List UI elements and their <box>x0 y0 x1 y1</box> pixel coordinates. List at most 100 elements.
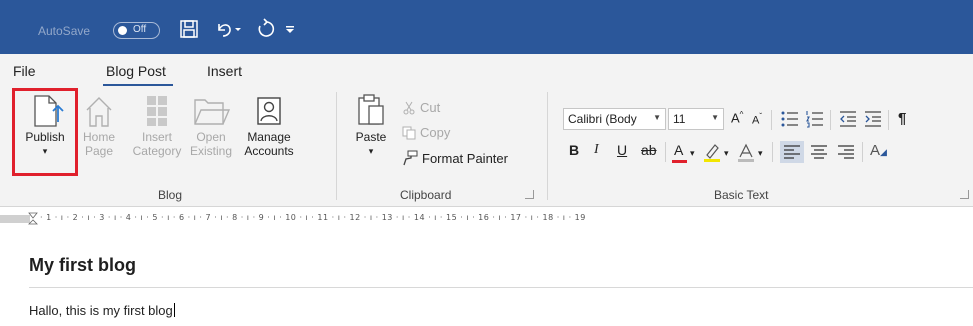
horizontal-ruler[interactable]: · 1 · ı · 2 · ı · 3 · ı · 4 · ı · 5 · ı … <box>0 212 973 226</box>
cut-button[interactable]: Cut <box>402 100 440 115</box>
divider <box>771 110 772 130</box>
publish-dropdown-icon: ▾ <box>42 146 48 156</box>
home-page-label-2: Page <box>84 144 114 158</box>
manage-accounts-button[interactable]: Manage Accounts <box>238 86 300 182</box>
bold-button[interactable]: B <box>569 142 579 158</box>
scissors-icon <box>403 101 415 114</box>
divider <box>888 110 889 130</box>
group-label-blog: Blog <box>158 188 183 202</box>
open-existing-label-2: Existing <box>189 144 233 158</box>
format-painter-button[interactable]: Format Painter <box>402 150 508 166</box>
format-painter-icon <box>403 150 418 166</box>
highlight-icon[interactable] <box>703 141 721 163</box>
font-size-combo[interactable]: 11 ▼ <box>668 108 724 130</box>
copy-label: Copy <box>420 125 451 140</box>
increase-indent-icon[interactable] <box>862 108 884 130</box>
paste-icon <box>358 94 384 125</box>
undo-dropdown-icon[interactable] <box>233 18 243 40</box>
publish-button[interactable]: Publish ▾ <box>14 86 76 182</box>
tab-insert[interactable]: Insert <box>207 63 242 79</box>
save-icon[interactable] <box>178 18 200 40</box>
copy-icon <box>402 126 416 139</box>
open-existing-label-1: Open <box>196 130 226 144</box>
insert-category-button[interactable]: Insert Category <box>131 86 183 182</box>
home-page-label-1: Home <box>82 130 115 144</box>
tab-file[interactable]: File <box>13 63 36 79</box>
underline-button[interactable]: U <box>617 142 627 158</box>
tab-blog-post[interactable]: Blog Post <box>106 63 166 79</box>
format-painter-label: Format Painter <box>422 150 508 166</box>
autosave-toggle[interactable]: Off <box>113 22 160 39</box>
home-icon <box>86 97 112 127</box>
divider <box>665 142 666 162</box>
italic-button[interactable]: I <box>594 142 599 158</box>
undo-icon[interactable] <box>213 18 235 40</box>
font-color-letter: A <box>674 142 684 158</box>
align-center-icon[interactable] <box>807 141 831 163</box>
align-left-icon[interactable] <box>780 141 804 163</box>
toggle-knob <box>118 26 127 35</box>
divider <box>772 142 773 162</box>
copy-button[interactable]: Copy <box>402 125 450 140</box>
open-existing-button[interactable]: Open Existing <box>186 86 236 182</box>
grow-font-button[interactable]: A^ <box>731 110 743 125</box>
post-body[interactable]: Hallo, this is my first blog <box>29 303 175 318</box>
manage-accounts-label-2: Accounts <box>244 144 294 158</box>
post-body-text: Hallo, this is my first blog <box>29 303 173 318</box>
ribbon-tabs: File Blog Post Insert <box>0 54 973 87</box>
post-title[interactable]: My first blog <box>29 255 136 276</box>
category-icon <box>147 96 167 126</box>
paste-button[interactable]: Paste ▾ <box>351 86 391 182</box>
grow-font-label: A <box>731 110 740 126</box>
basic-text-launcher-icon[interactable] <box>960 190 969 199</box>
customize-qat-icon[interactable] <box>284 18 296 40</box>
home-page-button[interactable]: Home Page <box>80 86 118 182</box>
group-separator <box>547 92 548 200</box>
group-label-clipboard: Clipboard <box>400 188 452 202</box>
accounts-icon <box>257 97 281 125</box>
insert-category-label-2: Category <box>132 144 182 158</box>
ribbon: Publish ▾ Home Page Insert Category Open… <box>0 86 973 207</box>
clear-formatting-icon[interactable] <box>737 141 755 163</box>
autosave-state: Off <box>133 24 147 35</box>
font-name-combo[interactable]: Calibri (Body ▼ <box>563 108 666 130</box>
redo-icon[interactable] <box>255 18 277 40</box>
paste-dropdown-icon: ▾ <box>368 146 374 156</box>
paste-label: Paste <box>355 130 387 144</box>
shrink-font-button[interactable]: Aˇ <box>752 112 762 127</box>
font-color-button[interactable]: A <box>672 142 687 163</box>
clear-formatting-dropdown-icon[interactable]: ▾ <box>758 148 763 159</box>
insert-category-label-1: Insert <box>141 130 172 144</box>
font-color-swatch <box>672 160 687 163</box>
numbering-icon[interactable] <box>804 108 826 130</box>
bullets-icon[interactable] <box>779 108 801 130</box>
publish-icon <box>34 95 64 127</box>
cut-label: Cut <box>420 100 441 115</box>
indent-marker-icon[interactable] <box>28 212 38 226</box>
title-bar: AutoSave Off <box>0 0 973 54</box>
manage-accounts-label-1: Manage <box>247 130 291 144</box>
styles-label: A <box>870 142 881 159</box>
highlight-dropdown-icon[interactable]: ▾ <box>724 148 729 159</box>
autosave-label: AutoSave <box>38 24 91 38</box>
show-formatting-button[interactable]: ¶ <box>898 110 906 127</box>
text-cursor <box>173 303 175 317</box>
font-size-value: 11 <box>673 112 686 126</box>
font-color-dropdown-icon[interactable]: ▾ <box>690 148 695 159</box>
divider <box>862 142 863 162</box>
group-separator <box>336 92 337 200</box>
folder-icon <box>194 99 231 125</box>
strikethrough-button[interactable]: ab <box>641 142 657 158</box>
group-label-basic-text: Basic Text <box>714 188 769 202</box>
clipboard-launcher-icon[interactable] <box>525 190 534 199</box>
decrease-indent-icon[interactable] <box>837 108 859 130</box>
font-name-value: Calibri (Body <box>568 112 637 126</box>
ruler-margin <box>0 215 30 223</box>
font-name-dropdown-icon: ▼ <box>653 113 661 122</box>
title-separator <box>29 287 973 288</box>
styles-button[interactable]: A◢ <box>870 142 887 159</box>
ruler-ticks: · 1 · ı · 2 · ı · 3 · ı · 4 · ı · 5 · ı … <box>40 213 586 222</box>
align-right-icon[interactable] <box>834 141 858 163</box>
divider <box>830 110 831 130</box>
font-size-dropdown-icon: ▼ <box>711 113 719 122</box>
